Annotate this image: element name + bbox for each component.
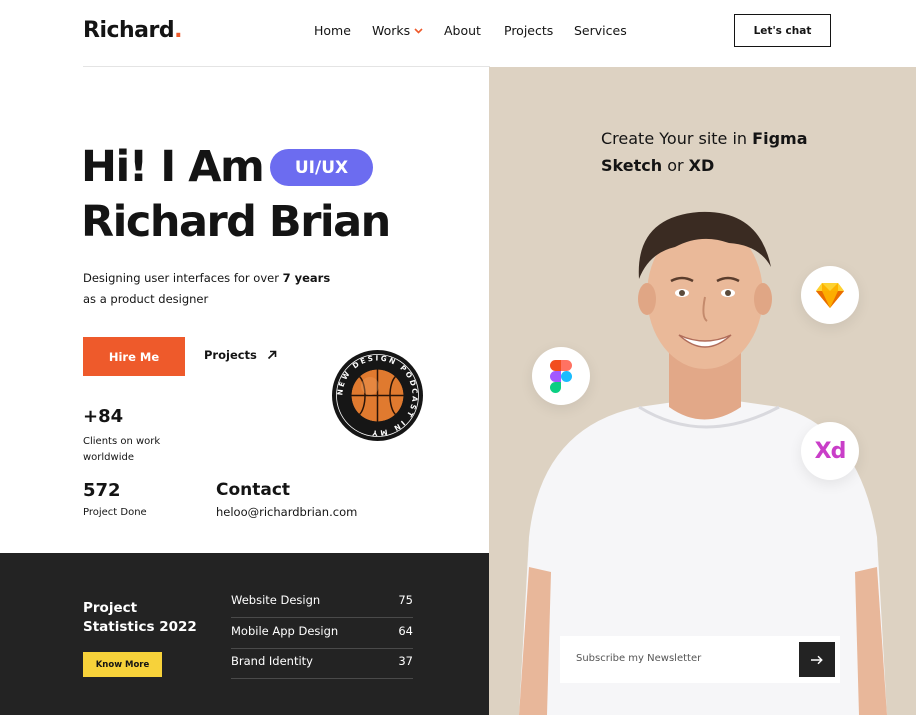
stat-row-value: 37	[398, 654, 413, 668]
stat-row-value: 64	[398, 624, 413, 638]
xd-label: Xd	[814, 438, 847, 464]
hero-description: Designing user interfaces for over 7 yea…	[83, 271, 331, 306]
arrow-up-right-icon	[263, 348, 278, 363]
hire-me-button[interactable]: Hire Me	[83, 337, 185, 376]
nav-about[interactable]: About	[444, 23, 481, 38]
sketch-icon	[801, 266, 859, 324]
contact-email-link[interactable]: heloo@richardbrian.com	[216, 505, 357, 519]
years-highlight: 7 years	[282, 271, 331, 285]
lets-chat-button[interactable]: Let's chat	[734, 14, 831, 47]
chevron-down-icon	[414, 26, 423, 37]
podcast-badge[interactable]: NEW DESIGN PODCAST IN MY	[332, 350, 423, 441]
nav-works[interactable]: Works	[372, 23, 423, 38]
figma-icon	[532, 347, 590, 405]
stat-row-name: Mobile App Design	[231, 624, 339, 638]
header-divider	[83, 66, 490, 67]
arrow-right-icon	[811, 655, 823, 664]
stat-row: Website Design 75	[231, 587, 413, 618]
newsletter-input[interactable]: Subscribe my Newsletter	[576, 653, 701, 664]
adobe-xd-icon: Xd	[801, 422, 859, 480]
projects-done-label: Project Done	[83, 507, 147, 518]
role-badge: UI/UX	[270, 149, 373, 186]
stat-row-value: 75	[398, 593, 413, 607]
project-stats-title: Project Statistics 2022	[83, 600, 197, 635]
tagline-figma: Figma	[752, 129, 808, 148]
stat-row-name: Brand Identity	[231, 654, 313, 668]
clients-label: Clients on work worldwide	[83, 436, 161, 463]
clients-count: +84	[83, 406, 124, 427]
contact-heading: Contact	[216, 480, 291, 500]
know-more-button[interactable]: Know More	[83, 652, 162, 677]
tagline-sketch: Sketch	[601, 156, 663, 175]
nav-home[interactable]: Home	[314, 23, 351, 38]
stat-row: Mobile App Design 64	[231, 618, 413, 649]
newsletter-form: Subscribe my Newsletter	[560, 636, 840, 683]
newsletter-submit-button[interactable]	[799, 642, 835, 677]
projects-link[interactable]: Projects	[204, 348, 277, 363]
hero-name: Richard Brian	[81, 197, 391, 247]
nav-works-label: Works	[372, 23, 411, 38]
nav-projects[interactable]: Projects	[504, 23, 553, 38]
stat-row: Brand Identity 37	[231, 648, 413, 679]
podcast-badge-graphic: NEW DESIGN PODCAST IN MY	[332, 350, 423, 441]
projects-link-label: Projects	[204, 348, 257, 362]
stat-row-name: Website Design	[231, 593, 321, 607]
nav-services[interactable]: Services	[574, 23, 627, 38]
projects-done-count: 572	[83, 480, 121, 501]
tagline-xd: XD	[688, 156, 715, 175]
tools-tagline: Create Your site in Figma Sketch or XD	[601, 129, 808, 175]
hero-greeting: Hi! I Am	[81, 142, 265, 192]
